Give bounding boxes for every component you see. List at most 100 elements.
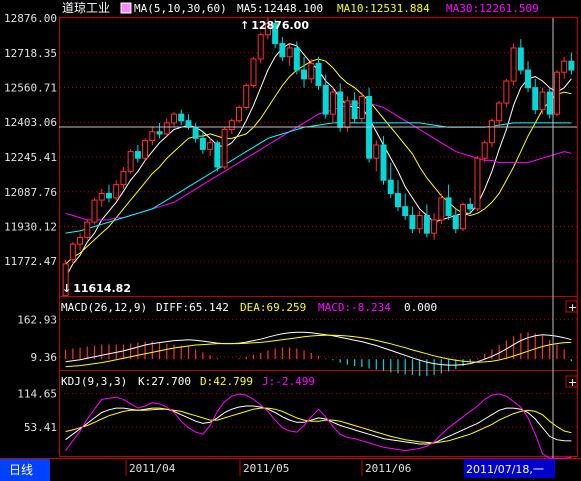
price-tick-label: 12876.00 bbox=[4, 12, 57, 25]
date-box-label: 2011/07/18,一 bbox=[466, 463, 544, 476]
kdj-expand-button[interactable]: + bbox=[565, 375, 578, 389]
kdj-tick-label: 53.41 bbox=[24, 421, 57, 434]
high-annotation: ↑ 12876.00 bbox=[240, 19, 309, 32]
kdj-line-k bbox=[65, 405, 572, 445]
candle-body bbox=[236, 106, 243, 122]
chart-canvas: 12876.00 12718.35 12560.71 12403.06 12245.41… bbox=[0, 0, 581, 481]
candle-body bbox=[214, 142, 221, 168]
ma10-value: MA10:12531.884 bbox=[337, 2, 430, 15]
kdj-j-value: J:-2.499 bbox=[262, 375, 315, 388]
kdj-name: KDJ(9,3,3) bbox=[61, 375, 127, 388]
candle-body bbox=[496, 102, 503, 122]
low-annotation: ↓ 11614.82 bbox=[62, 282, 131, 295]
kdj-d-value: D:42.799 bbox=[200, 375, 253, 388]
candle-body bbox=[517, 47, 524, 71]
candle-body bbox=[561, 60, 568, 73]
ma-params-label: MA(5,10,30,60) bbox=[134, 2, 227, 15]
candle-body bbox=[373, 144, 380, 159]
macd-tick-label: 9.36 bbox=[31, 351, 58, 364]
candle-body bbox=[192, 126, 199, 139]
candle-body bbox=[358, 95, 365, 120]
candle-body bbox=[402, 206, 409, 217]
month-label: 2011/05 bbox=[243, 462, 289, 475]
macd-tick-label: 162.93 bbox=[17, 313, 57, 326]
candle-body bbox=[228, 120, 235, 131]
candle-body bbox=[546, 91, 553, 115]
candle-body bbox=[438, 197, 445, 221]
macd-diff-value: DIFF:65.142 bbox=[156, 301, 229, 314]
candle-body bbox=[467, 203, 474, 210]
candle-body bbox=[416, 215, 423, 230]
ma-legend-icon bbox=[120, 2, 132, 14]
svg-text:+: + bbox=[568, 376, 577, 389]
macd-name: MACD(26,12,9) bbox=[61, 301, 147, 314]
candle-body bbox=[488, 120, 495, 144]
price-tick-label: 11772.47 bbox=[4, 255, 57, 268]
price-tick-label: 12718.35 bbox=[4, 47, 57, 60]
candle-body bbox=[250, 58, 257, 86]
candle-body bbox=[142, 140, 149, 159]
candle-body bbox=[207, 142, 214, 150]
macd-dea-value: DEA:69.259 bbox=[240, 301, 306, 314]
macd-expand-button[interactable]: + bbox=[565, 300, 578, 314]
candle-body bbox=[460, 203, 467, 230]
candle-body bbox=[279, 43, 286, 58]
candle-body bbox=[452, 215, 459, 230]
candle-body bbox=[445, 197, 452, 217]
kdj-line-d bbox=[65, 407, 572, 444]
candle-body bbox=[337, 91, 344, 128]
candle-body bbox=[185, 120, 192, 128]
candle-body bbox=[91, 199, 98, 223]
kdj-tick-label: 114.65 bbox=[17, 388, 57, 401]
candle-body bbox=[409, 215, 416, 230]
candle-body bbox=[156, 131, 163, 135]
price-tick-label: 11930.12 bbox=[4, 220, 57, 233]
candle-body bbox=[553, 71, 560, 115]
candle-body bbox=[149, 131, 156, 142]
candle-body bbox=[178, 113, 185, 122]
candle-body bbox=[568, 60, 575, 71]
candle-body bbox=[474, 157, 481, 210]
candle-body bbox=[525, 69, 532, 89]
period-tab-label: 日线 bbox=[9, 463, 33, 477]
candle-body bbox=[329, 91, 336, 115]
candle-body bbox=[127, 151, 134, 172]
candle-body bbox=[84, 221, 91, 239]
candle-body bbox=[243, 84, 250, 108]
candle-body bbox=[69, 243, 76, 261]
candle-body bbox=[257, 34, 264, 60]
candle-body bbox=[293, 47, 300, 71]
candle-body bbox=[113, 184, 120, 199]
candle-body bbox=[351, 100, 358, 120]
candle-body bbox=[510, 47, 517, 82]
candle-body bbox=[322, 84, 329, 115]
month-label: 2011/06 bbox=[365, 462, 411, 475]
candle-body bbox=[199, 137, 206, 150]
candle-body bbox=[163, 122, 170, 135]
ma5-value: MA5:12448.100 bbox=[237, 2, 323, 15]
candle-body bbox=[301, 69, 308, 80]
candle-body bbox=[286, 47, 293, 58]
candle-body bbox=[77, 237, 84, 245]
candle-body bbox=[105, 192, 112, 199]
candle-body bbox=[481, 142, 488, 159]
candle-body bbox=[120, 170, 127, 186]
candle-body bbox=[503, 80, 510, 104]
kdj-k-value: K:27.700 bbox=[138, 375, 191, 388]
candle-body bbox=[170, 113, 177, 124]
candle-body bbox=[221, 129, 228, 168]
instrument-title: 道琼工业 bbox=[62, 0, 110, 15]
svg-text:+: + bbox=[568, 301, 577, 314]
price-tick-label: 12087.76 bbox=[4, 186, 57, 199]
candle-body bbox=[539, 91, 546, 111]
candle-body bbox=[387, 179, 394, 194]
macd-line-dea bbox=[65, 334, 572, 368]
macd-zero-value: 0.000 bbox=[404, 301, 437, 314]
price-tick-label: 12403.06 bbox=[4, 116, 57, 129]
candle-body bbox=[394, 192, 401, 208]
candle-body bbox=[315, 62, 322, 86]
candle-body bbox=[431, 219, 438, 234]
candle-body bbox=[532, 87, 539, 111]
candle-body bbox=[98, 192, 105, 201]
candle-body bbox=[380, 144, 387, 181]
